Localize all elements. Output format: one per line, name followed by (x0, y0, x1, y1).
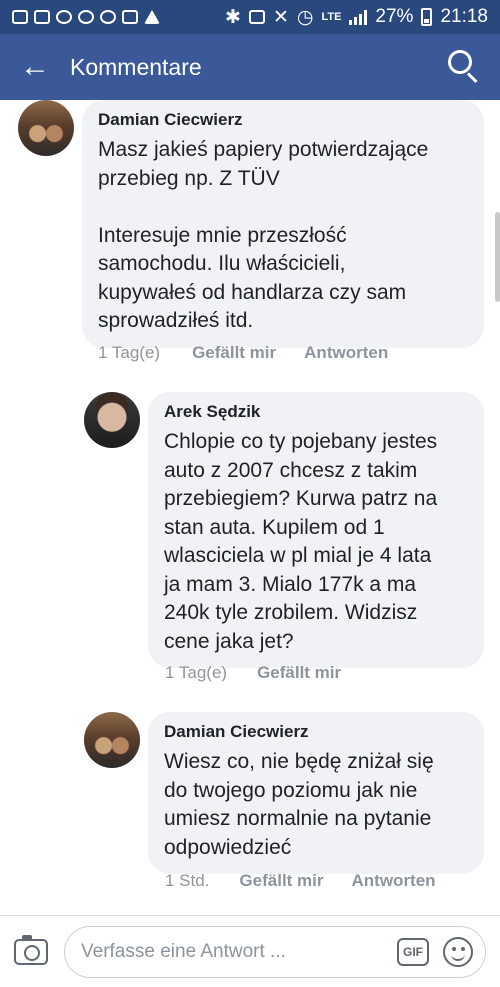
smiley-icon[interactable] (443, 936, 473, 967)
comment-actions: 1 Std. Gefällt mir Antworten (165, 871, 436, 891)
gallery-icon (122, 10, 138, 24)
comment-time: 1 Tag(e) (98, 343, 161, 362)
status-bar: ✱ ✕ ◷ LTE 27% 21:18 (0, 0, 500, 34)
voicemail-icon (78, 10, 94, 24)
comment-bubble[interactable]: Damian Ciecwierz Masz jakieś papiery pot… (82, 100, 484, 348)
reply-input[interactable] (81, 940, 397, 963)
search-icon[interactable] (430, 34, 500, 100)
comment-time: 1 Tag(e) (165, 663, 228, 682)
alarm-icon: ◷ (296, 6, 314, 28)
page-title: Kommentare (70, 53, 202, 80)
comment: Damian Ciecwierz Masz jakieś papiery pot… (18, 100, 484, 348)
nfc-icon (248, 10, 265, 24)
arrow-left-icon[interactable]: ← (0, 34, 70, 100)
bluetooth-icon: ✱ (225, 6, 241, 28)
voicemail-icon (56, 10, 72, 24)
comment-bubble[interactable]: Damian Ciecwierz Wiesz co, nie będę zniż… (148, 712, 484, 874)
mute-icon: ✕ (272, 6, 289, 28)
email-icon (34, 10, 50, 24)
message-icon (12, 10, 28, 24)
reply-field[interactable]: GIF (64, 925, 486, 978)
like-link[interactable]: Gefällt mir (239, 871, 323, 891)
battery-percentage: 27% (375, 6, 414, 27)
reply-comment: Damian Ciecwierz Wiesz co, nie będę zniż… (84, 712, 484, 874)
warning-icon (144, 10, 160, 24)
reply-link[interactable]: Antworten (304, 343, 388, 363)
lte-icon: LTE (321, 11, 342, 23)
app-bar: ← Kommentare (0, 34, 500, 100)
avatar[interactable] (84, 712, 140, 768)
avatar[interactable] (18, 100, 74, 156)
voicemail-icon (100, 10, 116, 24)
comment-actions: 1 Tag(e) Gefällt mir (165, 663, 341, 683)
battery-icon (421, 8, 433, 26)
camera-icon[interactable] (14, 934, 48, 965)
comment-author[interactable]: Damian Ciecwierz (98, 110, 466, 130)
notification-icons (12, 10, 160, 24)
system-icons: ✱ ✕ ◷ LTE 27% 21:18 (225, 6, 488, 29)
clock: 21:18 (440, 6, 488, 27)
comment-time: 1 Std. (165, 871, 210, 890)
signal-icon (349, 9, 368, 25)
comment-text: Wiesz co, nie będę zniżał się do twojego… (164, 750, 434, 859)
comment-text: Chlopie co ty pojebany jestes auto z 200… (164, 430, 438, 653)
comment-actions: 1 Tag(e) Gefällt mir Antworten (98, 343, 388, 363)
comments-list[interactable]: Damian Ciecwierz Masz jakieś papiery pot… (0, 100, 500, 915)
like-link[interactable]: Gefällt mir (192, 343, 276, 363)
comment-text: Masz jakieś papiery potwierdzające przeb… (98, 138, 429, 332)
avatar[interactable] (84, 392, 140, 448)
reply-comment: Arek Sędzik Chlopie co ty pojebany jeste… (84, 392, 484, 668)
gif-button[interactable]: GIF (397, 937, 429, 966)
scrollbar[interactable] (495, 212, 500, 302)
comment-bubble[interactable]: Arek Sędzik Chlopie co ty pojebany jeste… (148, 392, 484, 668)
comment-author[interactable]: Damian Ciecwierz (164, 722, 466, 742)
comment-author[interactable]: Arek Sędzik (164, 402, 466, 422)
reply-link[interactable]: Antworten (352, 871, 436, 891)
reply-bar: GIF (0, 915, 500, 987)
like-link[interactable]: Gefällt mir (257, 663, 341, 683)
